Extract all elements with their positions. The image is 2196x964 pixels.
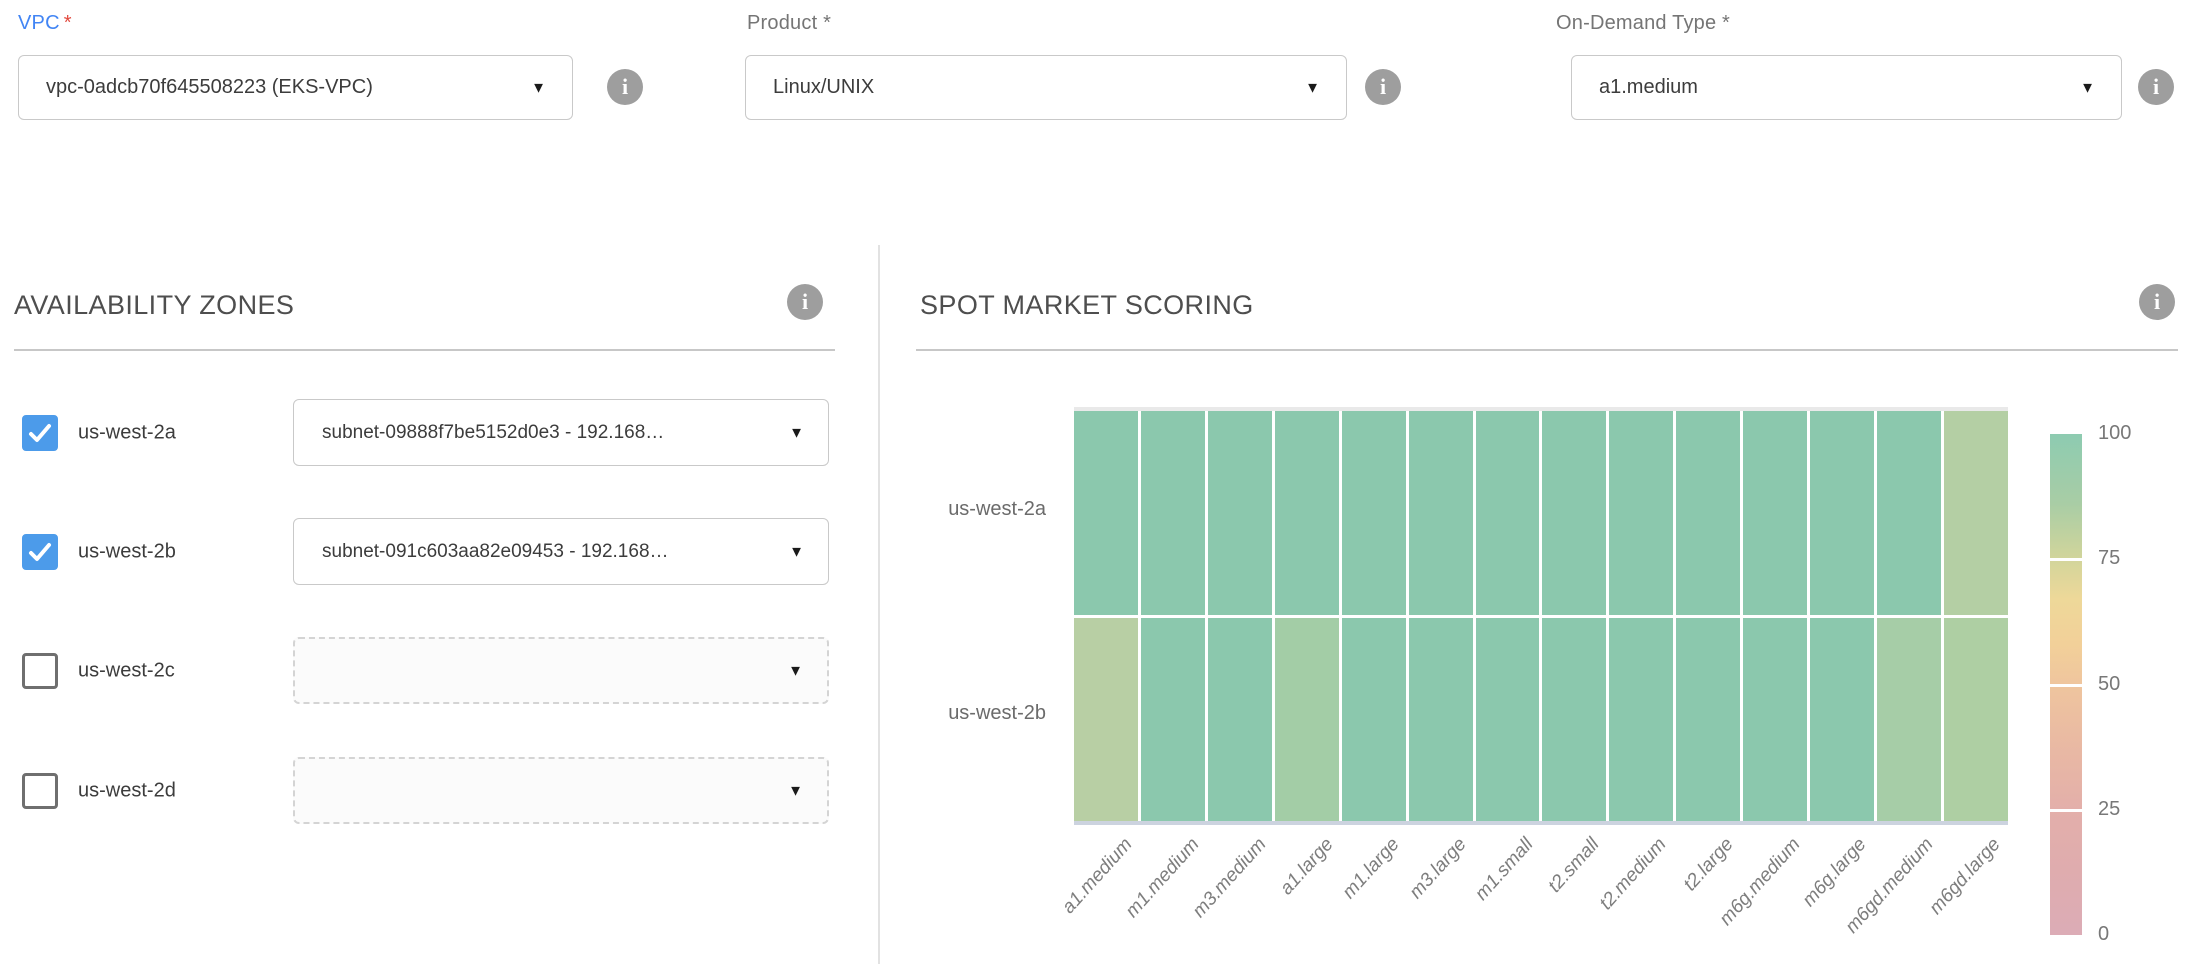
heatmap-cell	[1476, 618, 1540, 822]
heatmap-cell	[1275, 411, 1339, 615]
heatmap-cell	[1074, 618, 1138, 822]
colorbar-tick-label: 0	[2098, 923, 2168, 946]
zone-label: us-west-2a	[78, 421, 176, 444]
heatmap-row-label: us-west-2b	[880, 702, 1046, 725]
zone-row-us-west-2b: us-west-2b subnet-091c603aa82e09453 - 19…	[0, 518, 860, 585]
chevron-down-icon: ▼	[531, 79, 546, 96]
heatmap-cell	[1609, 411, 1673, 615]
chevron-down-icon: ▼	[789, 543, 804, 560]
vpc-label: VPC*	[18, 12, 72, 35]
heatmap-cell	[1810, 411, 1874, 615]
colorbar-tick-label: 25	[2098, 798, 2168, 821]
panel-divider	[878, 245, 880, 964]
colorbar-tick-label: 75	[2098, 547, 2168, 570]
heatmap-cell	[1877, 618, 1941, 822]
heatmap-cell	[1676, 411, 1740, 615]
colorbar-tick-line	[2050, 809, 2082, 812]
heatmap-row-label: us-west-2a	[880, 498, 1046, 521]
heatmap-cell	[1409, 618, 1473, 822]
heatmap-x-label: t2.small	[1475, 834, 1605, 964]
spot-market-scoring-info-icon[interactable]: i	[2139, 284, 2175, 320]
subnet-select-value: subnet-09888f7be5152d0e3 - 192.168…	[322, 422, 664, 444]
colorbar-tick-label: 50	[2098, 673, 2168, 696]
subnet-select-value: subnet-091c603aa82e09453 - 192.168…	[322, 541, 669, 563]
spot-market-scoring-divider	[916, 349, 2178, 351]
chevron-down-icon: ▼	[2080, 79, 2095, 96]
heatmap-cell	[1275, 618, 1339, 822]
check-icon	[28, 540, 52, 564]
zone-checkbox[interactable]	[22, 773, 58, 809]
heatmap-cell	[1208, 411, 1272, 615]
vpc-label-text: VPC	[18, 12, 60, 34]
heatmap-x-labels: a1.mediumm1.mediumm3.mediuma1.largem1.la…	[1074, 824, 2008, 964]
availability-zones-title: AVAILABILITY ZONES	[14, 290, 294, 321]
subnet-select[interactable]: ▼	[293, 637, 829, 704]
heatmap-cell	[1944, 411, 2008, 615]
heatmap-cell	[1141, 411, 1205, 615]
heatmap-grid	[1074, 407, 2008, 825]
heatmap-x-label: a1.large	[1208, 834, 1338, 964]
colorbar-tick-label: 100	[2098, 422, 2168, 445]
on-demand-type-select[interactable]: a1.medium ▼	[1571, 55, 2122, 120]
heatmap-cell	[1074, 411, 1138, 615]
on-demand-type-info-icon[interactable]: i	[2138, 69, 2174, 105]
heatmap-cell	[1342, 411, 1406, 615]
subnet-select[interactable]: ▼	[293, 757, 829, 824]
zone-row-us-west-2c: us-west-2c ▼	[0, 637, 860, 704]
heatmap-x-label: m6gd.large	[1875, 834, 2005, 964]
heatmap-x-label: m1.small	[1408, 834, 1538, 964]
heatmap-x-label: m6g.medium	[1675, 834, 1805, 964]
subnet-select[interactable]: subnet-09888f7be5152d0e3 - 192.168… ▼	[293, 399, 829, 466]
zone-checkbox[interactable]	[22, 534, 58, 570]
heatmap-cell	[1877, 411, 1941, 615]
zone-row-us-west-2a: us-west-2a subnet-09888f7be5152d0e3 - 19…	[0, 399, 860, 466]
vpc-select-value: vpc-0adcb70f645508223 (EKS-VPC)	[46, 76, 373, 99]
heatmap-cell	[1810, 618, 1874, 822]
heatmap-cell	[1676, 618, 1740, 822]
heatmap-cell	[1743, 411, 1807, 615]
heatmap-cell	[1409, 411, 1473, 615]
on-demand-type-select-value: a1.medium	[1599, 76, 1698, 99]
heatmap-cell	[1342, 618, 1406, 822]
heatmap-cell	[1944, 618, 2008, 822]
availability-zones-info-icon[interactable]: i	[787, 284, 823, 320]
heatmap-cell	[1542, 618, 1606, 822]
product-label: Product *	[747, 12, 831, 35]
product-select-value: Linux/UNIX	[773, 76, 874, 99]
product-select[interactable]: Linux/UNIX ▼	[745, 55, 1347, 120]
heatmap-cell	[1609, 618, 1673, 822]
zone-label: us-west-2c	[78, 659, 175, 682]
spot-market-config-screen: VPC* vpc-0adcb70f645508223 (EKS-VPC) ▼ i…	[0, 0, 2196, 964]
heatmap-cell	[1743, 618, 1807, 822]
chevron-down-icon: ▼	[1305, 79, 1320, 96]
zone-label: us-west-2b	[78, 540, 176, 563]
on-demand-type-label: On-Demand Type *	[1556, 12, 1730, 35]
colorbar-tick-line	[2050, 558, 2082, 561]
heatmap-cell	[1476, 411, 1540, 615]
heatmap-x-label: a1.medium	[1008, 834, 1138, 964]
colorbar-tick-line	[2050, 684, 2082, 687]
vpc-required-asterisk: *	[64, 12, 72, 34]
heatmap-cell	[1208, 618, 1272, 822]
spot-market-scoring-title: SPOT MARKET SCORING	[920, 290, 1254, 321]
zone-row-us-west-2d: us-west-2d ▼	[0, 757, 860, 824]
heatmap-cell	[1542, 411, 1606, 615]
zone-checkbox[interactable]	[22, 415, 58, 451]
chevron-down-icon: ▼	[789, 424, 804, 441]
zone-checkbox[interactable]	[22, 653, 58, 689]
check-icon	[28, 421, 52, 445]
vpc-select[interactable]: vpc-0adcb70f645508223 (EKS-VPC) ▼	[18, 55, 573, 120]
chevron-down-icon: ▼	[788, 782, 803, 799]
chevron-down-icon: ▼	[788, 662, 803, 679]
product-info-icon[interactable]: i	[1365, 69, 1401, 105]
subnet-select[interactable]: subnet-091c603aa82e09453 - 192.168… ▼	[293, 518, 829, 585]
heatmap-cell	[1141, 618, 1205, 822]
availability-zones-divider	[14, 349, 835, 351]
vpc-info-icon[interactable]: i	[607, 69, 643, 105]
zone-label: us-west-2d	[78, 779, 176, 802]
heatmap-colorbar	[2050, 434, 2082, 935]
